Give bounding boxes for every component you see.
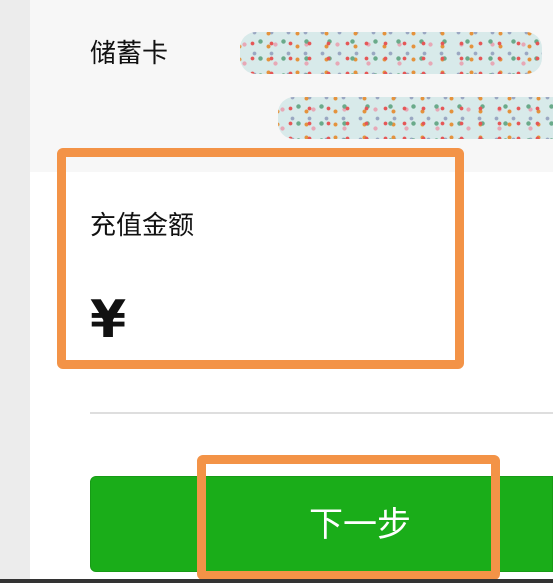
next-step-button[interactable]: 下一步 [90,476,553,572]
recharge-page: 储蓄卡 充值金额 ¥ 下一步 [30,0,553,583]
currency-symbol: ¥ [90,290,127,350]
amount-input[interactable] [140,296,540,346]
redacted-card-info [278,97,553,139]
redacted-card-info [240,32,542,74]
next-step-label: 下一步 [309,505,411,545]
card-type-label: 储蓄卡 [90,39,169,69]
bank-card-section[interactable]: 储蓄卡 [30,0,553,172]
amount-label: 充值金额 [90,211,195,241]
bottom-edge [0,579,553,583]
divider [90,412,553,414]
